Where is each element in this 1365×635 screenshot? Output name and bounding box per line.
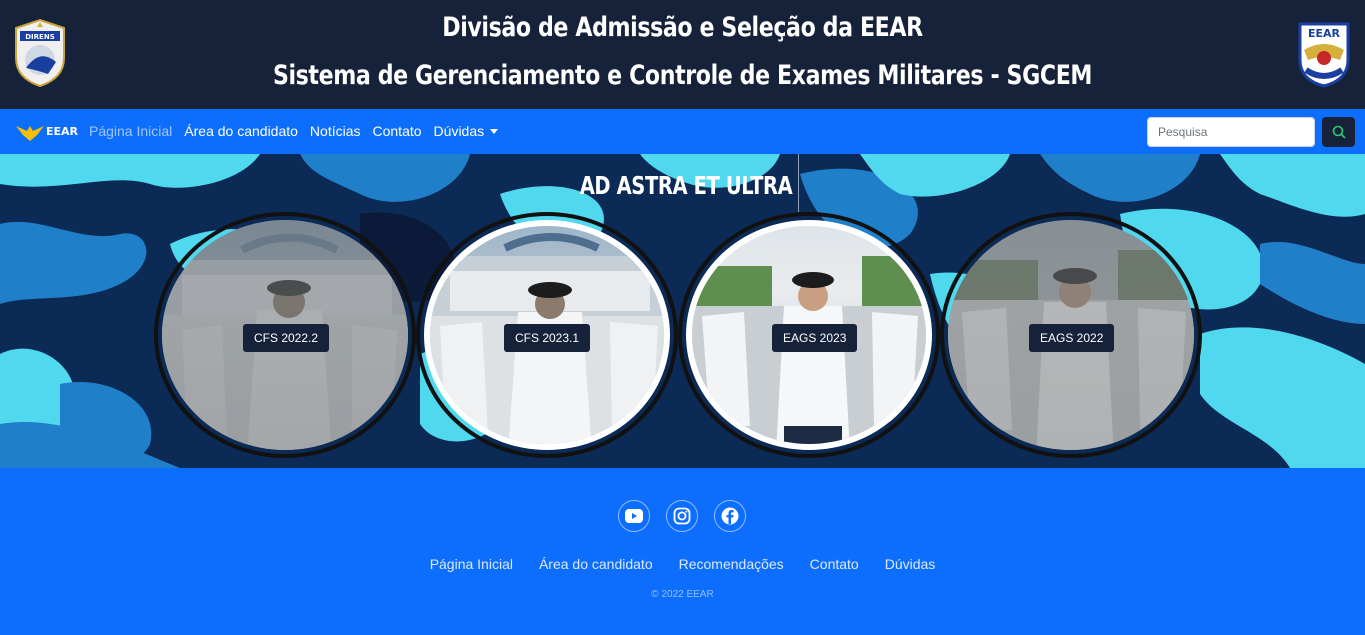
instagram-icon[interactable] xyxy=(666,500,698,532)
footer-link-duvidas[interactable]: Dúvidas xyxy=(885,556,936,572)
footer-link-contato[interactable]: Contato xyxy=(810,556,859,572)
navbar-brand-text: EEAR xyxy=(46,124,79,138)
nav-link-noticias[interactable]: Notícias xyxy=(310,123,361,139)
eear-badge-text: EEAR xyxy=(1308,27,1341,40)
search-button[interactable] xyxy=(1322,117,1355,147)
eear-badge-logo: EEAR xyxy=(1296,20,1352,88)
nav-link-pagina-inicial[interactable]: Página Inicial xyxy=(89,123,172,139)
exam-card-cfs-2022-2[interactable]: CFS 2022.2 xyxy=(154,212,416,458)
youtube-icon[interactable] xyxy=(618,500,650,532)
nav-dropdown-duvidas-label: Dúvidas xyxy=(433,123,485,139)
search-input[interactable] xyxy=(1147,117,1315,147)
exam-card-cfs-2023-1[interactable]: CFS 2023.1 xyxy=(416,212,678,458)
exam-card-label: CFS 2022.2 xyxy=(243,324,330,352)
direns-badge-logo: DIRENS xyxy=(12,18,68,88)
caret-down-icon xyxy=(490,129,499,134)
footer-link-recomendacoes[interactable]: Recomendações xyxy=(679,556,784,572)
exam-card-label: EAGS 2022 xyxy=(1029,324,1115,352)
hero-motto: AD ASTRA ET ULTRA xyxy=(579,171,793,200)
header-title-line1: Divisão de Admissão e Seleção da EEAR xyxy=(442,12,923,43)
nav-link-area-do-candidato[interactable]: Área do candidato xyxy=(184,123,298,139)
facebook-icon[interactable] xyxy=(714,500,746,532)
footer-links: Página Inicial Área do candidato Recomen… xyxy=(0,556,1365,572)
footer-social-icons xyxy=(618,500,746,532)
direns-badge-text: DIRENS xyxy=(25,33,55,41)
exam-card-label: EAGS 2023 xyxy=(772,324,858,352)
footer-link-area-do-candidato[interactable]: Área do candidato xyxy=(539,556,653,572)
exam-card-eags-2022[interactable]: EAGS 2022 xyxy=(940,212,1202,458)
navbar-brand[interactable]: EEAR xyxy=(16,120,78,142)
navbar-links: Página Inicial Área do candidato Notícia… xyxy=(89,123,510,139)
exam-card-label: CFS 2023.1 xyxy=(504,324,591,352)
nav-link-contato[interactable]: Contato xyxy=(373,123,422,139)
copyright-text: © 2022 EEAR xyxy=(651,589,714,600)
eagle-wings-icon xyxy=(16,126,44,141)
exam-card-eags-2023[interactable]: EAGS 2023 xyxy=(678,212,940,458)
header-title-line2: Sistema de Gerenciamento e Controle de E… xyxy=(272,60,1093,91)
nav-dropdown-duvidas[interactable]: Dúvidas xyxy=(434,123,499,139)
site-header: DIRENS Divisão de Admissão e Seleção da … xyxy=(0,0,1365,109)
search-icon xyxy=(1332,125,1346,139)
footer-link-pagina-inicial[interactable]: Página Inicial xyxy=(430,556,513,572)
